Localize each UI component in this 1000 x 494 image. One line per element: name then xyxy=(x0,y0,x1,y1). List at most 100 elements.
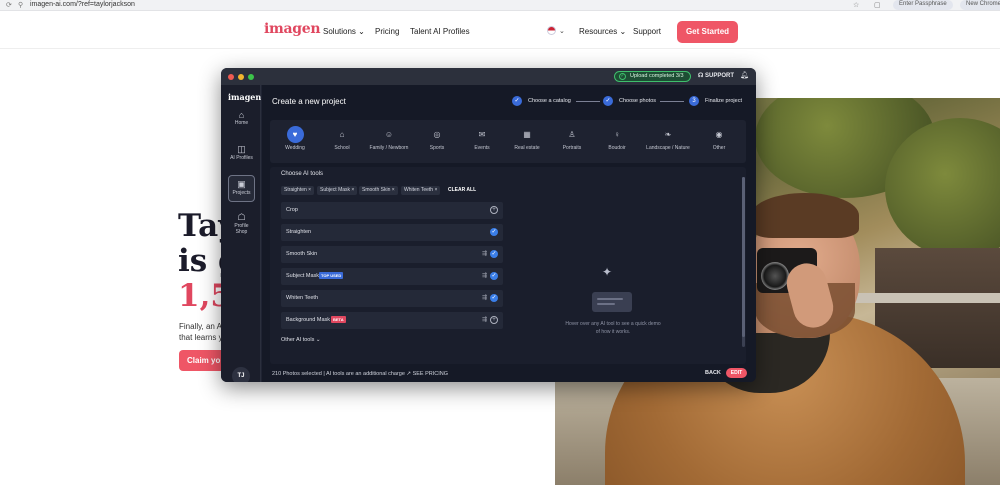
notification-bell-icon[interactable]: 🔔︎ xyxy=(740,71,749,79)
settings-sliders-icon[interactable]: ⇶ xyxy=(482,316,487,323)
category-portraits[interactable]: ♙ Portraits xyxy=(549,124,595,151)
tool-row-crop[interactable]: Crop + xyxy=(281,202,503,219)
tool-row-smooth-skin[interactable]: Smooth Skin ⇶ ✓ xyxy=(281,246,503,263)
new-chrome-pill[interactable]: New Chrome xyxy=(960,0,1000,10)
wedding-icon: ♥ xyxy=(286,126,304,143)
category-label: Boudoir xyxy=(608,145,626,151)
camera-icon: ◉ xyxy=(715,130,723,139)
ai-tools-panel: Choose AI tools Straighten × Subject Mas… xyxy=(270,167,746,364)
chip-subject-mask[interactable]: Subject Mask × xyxy=(317,186,358,195)
nav-support[interactable]: Support xyxy=(633,27,661,36)
edit-button[interactable]: EDIT xyxy=(726,368,747,378)
demo-placeholder-icon xyxy=(592,292,632,312)
category-events[interactable]: ✉ Events xyxy=(459,124,505,151)
chip-smooth-skin[interactable]: Smooth Skin × xyxy=(359,186,398,195)
screen: ⟳ ⚲ imagen-ai.com/?ref=taylorjackson ☆ ▢… xyxy=(0,0,1000,494)
portraits-icon: ♙ xyxy=(568,130,576,139)
nav-pricing[interactable]: Pricing xyxy=(375,27,399,36)
step-1-check-icon: ✓ xyxy=(512,96,522,106)
sidebar-item-label: AI Profiles xyxy=(230,155,253,161)
settings-sliders-icon[interactable]: ⇶ xyxy=(482,272,487,279)
site-info-icon[interactable]: ⚲ xyxy=(18,1,23,9)
category-real-estate[interactable]: ▦ Real estate xyxy=(504,124,550,151)
nav-solutions[interactable]: Solutions ⌄ xyxy=(323,27,365,36)
hero-subtitle-1: Finally, an A xyxy=(179,322,222,331)
category-label: Family / Newborn xyxy=(369,145,409,151)
app-logo: imagen xyxy=(228,92,262,102)
bookmark-star-icon[interactable]: ☆ xyxy=(853,1,859,9)
category-boudoir[interactable]: ♀ Boudoir xyxy=(594,124,640,151)
category-label: Landscape / Nature xyxy=(646,145,690,151)
close-window-icon[interactable] xyxy=(228,74,234,80)
category-wedding[interactable]: ♥ Wedding xyxy=(272,124,318,151)
address-bar[interactable]: imagen-ai.com/?ref=taylorjackson xyxy=(30,1,135,8)
sidebar-item-ai-profiles[interactable]: ◫ AI Profiles xyxy=(228,141,255,168)
get-started-button[interactable]: Get Started xyxy=(677,21,738,43)
category-other[interactable]: ◉ Other xyxy=(696,124,742,151)
upload-status-text: Upload completed 3/3 xyxy=(630,73,684,79)
check-circle-icon[interactable]: ✓ xyxy=(490,228,498,236)
chip-straighten[interactable]: Straighten × xyxy=(281,186,315,195)
minimize-window-icon[interactable] xyxy=(238,74,244,80)
chip-whiten-teeth[interactable]: Whiten Teeth × xyxy=(401,186,441,195)
category-label: Other xyxy=(712,145,726,151)
tool-name: Crop xyxy=(286,207,298,213)
sports-icon: ◎ xyxy=(433,130,441,139)
site-logo[interactable]: imagen xyxy=(264,21,321,37)
nav-resources[interactable]: Resources ⌄ xyxy=(579,27,626,36)
sidebar-item-home[interactable]: ⌂ Home xyxy=(228,107,255,134)
chevron-down-icon[interactable]: ⌄ xyxy=(559,27,565,35)
settings-sliders-icon[interactable]: ⇶ xyxy=(482,250,487,257)
clear-all-button[interactable]: CLEAR ALL xyxy=(448,187,476,193)
us-flag-icon[interactable] xyxy=(547,26,556,35)
scrollbar-thumb[interactable] xyxy=(742,177,745,337)
tool-row-subject-mask[interactable]: Subject Mask TOP USED ⇶ ✓ xyxy=(281,268,503,285)
tool-name: Whiten Teeth xyxy=(286,295,319,301)
passphrase-pill[interactable]: Enter Passphrase xyxy=(893,0,953,10)
boudoir-icon: ♀ xyxy=(614,130,620,139)
check-circle-icon[interactable]: ✓ xyxy=(490,250,498,258)
category-label: Portraits xyxy=(562,145,582,151)
app-window: ✓ Upload completed 3/3 ☊ SUPPORT 🔔︎ imag… xyxy=(221,68,756,382)
check-circle-icon[interactable]: ✓ xyxy=(490,294,498,302)
reload-icon[interactable]: ⟳ xyxy=(6,1,12,9)
user-avatar[interactable]: TJ xyxy=(232,367,250,382)
catalog-type-selector: ♥ Wedding ⌂ School ☺ Family / Newborn ◎ Spor… xyxy=(270,120,746,163)
category-label: Wedding xyxy=(285,145,305,151)
tool-row-whiten-teeth[interactable]: Whiten Teeth ⇶ ✓ xyxy=(281,290,503,307)
upload-status-badge: ✓ Upload completed 3/3 xyxy=(614,71,691,82)
leaf-icon: ❧ xyxy=(664,130,672,139)
other-ai-tools-toggle[interactable]: Other AI tools ⌄ xyxy=(281,337,320,343)
footer-bar: 210 Photos selected | AI tools are an ad… xyxy=(262,365,756,382)
sparkle-icon: ✦ xyxy=(602,265,613,279)
step-connector xyxy=(660,101,684,102)
add-circle-icon[interactable]: + xyxy=(490,206,498,214)
category-label: School xyxy=(334,145,350,151)
tool-row-straighten[interactable]: Straighten ✓ xyxy=(281,224,503,241)
category-sports[interactable]: ◎ Sports xyxy=(414,124,460,151)
hero-subtitle-2: that learns y xyxy=(179,333,223,342)
nav-talent-ai-profiles[interactable]: Talent AI Profiles xyxy=(410,27,470,36)
extensions-icon[interactable]: ▢ xyxy=(874,1,881,9)
check-circle-icon[interactable]: ✓ xyxy=(490,272,498,280)
step-2-label: Choose photos xyxy=(619,98,656,104)
settings-sliders-icon[interactable]: ⇶ xyxy=(482,294,487,301)
beta-badge: BETA xyxy=(331,316,346,323)
main-content: Create a new project ✓ Choose a catalog … xyxy=(262,85,756,382)
events-icon: ✉ xyxy=(478,130,486,139)
category-family-newborn[interactable]: ☺ Family / Newborn xyxy=(366,124,412,151)
real-estate-icon: ▦ xyxy=(523,130,531,139)
category-landscape-nature[interactable]: ❧ Landscape / Nature xyxy=(645,124,691,151)
maximize-window-icon[interactable] xyxy=(248,74,254,80)
support-button[interactable]: ☊ SUPPORT xyxy=(698,72,734,79)
back-button[interactable]: BACK xyxy=(705,370,721,376)
category-school[interactable]: ⌂ School xyxy=(319,124,365,151)
tool-row-background-mask[interactable]: Background Mask BETA ⇶ + xyxy=(281,312,503,329)
scrollbar[interactable] xyxy=(742,177,745,347)
sidebar-item-projects[interactable]: ▣ Projects xyxy=(228,175,255,202)
sidebar-item-profile-shop[interactable]: ☖ Profile Shop xyxy=(228,209,255,236)
headset-icon: ☊ xyxy=(698,73,704,79)
section-heading: Choose AI tools xyxy=(281,171,324,177)
school-icon: ⌂ xyxy=(339,130,345,139)
add-circle-icon[interactable]: + xyxy=(490,316,498,324)
